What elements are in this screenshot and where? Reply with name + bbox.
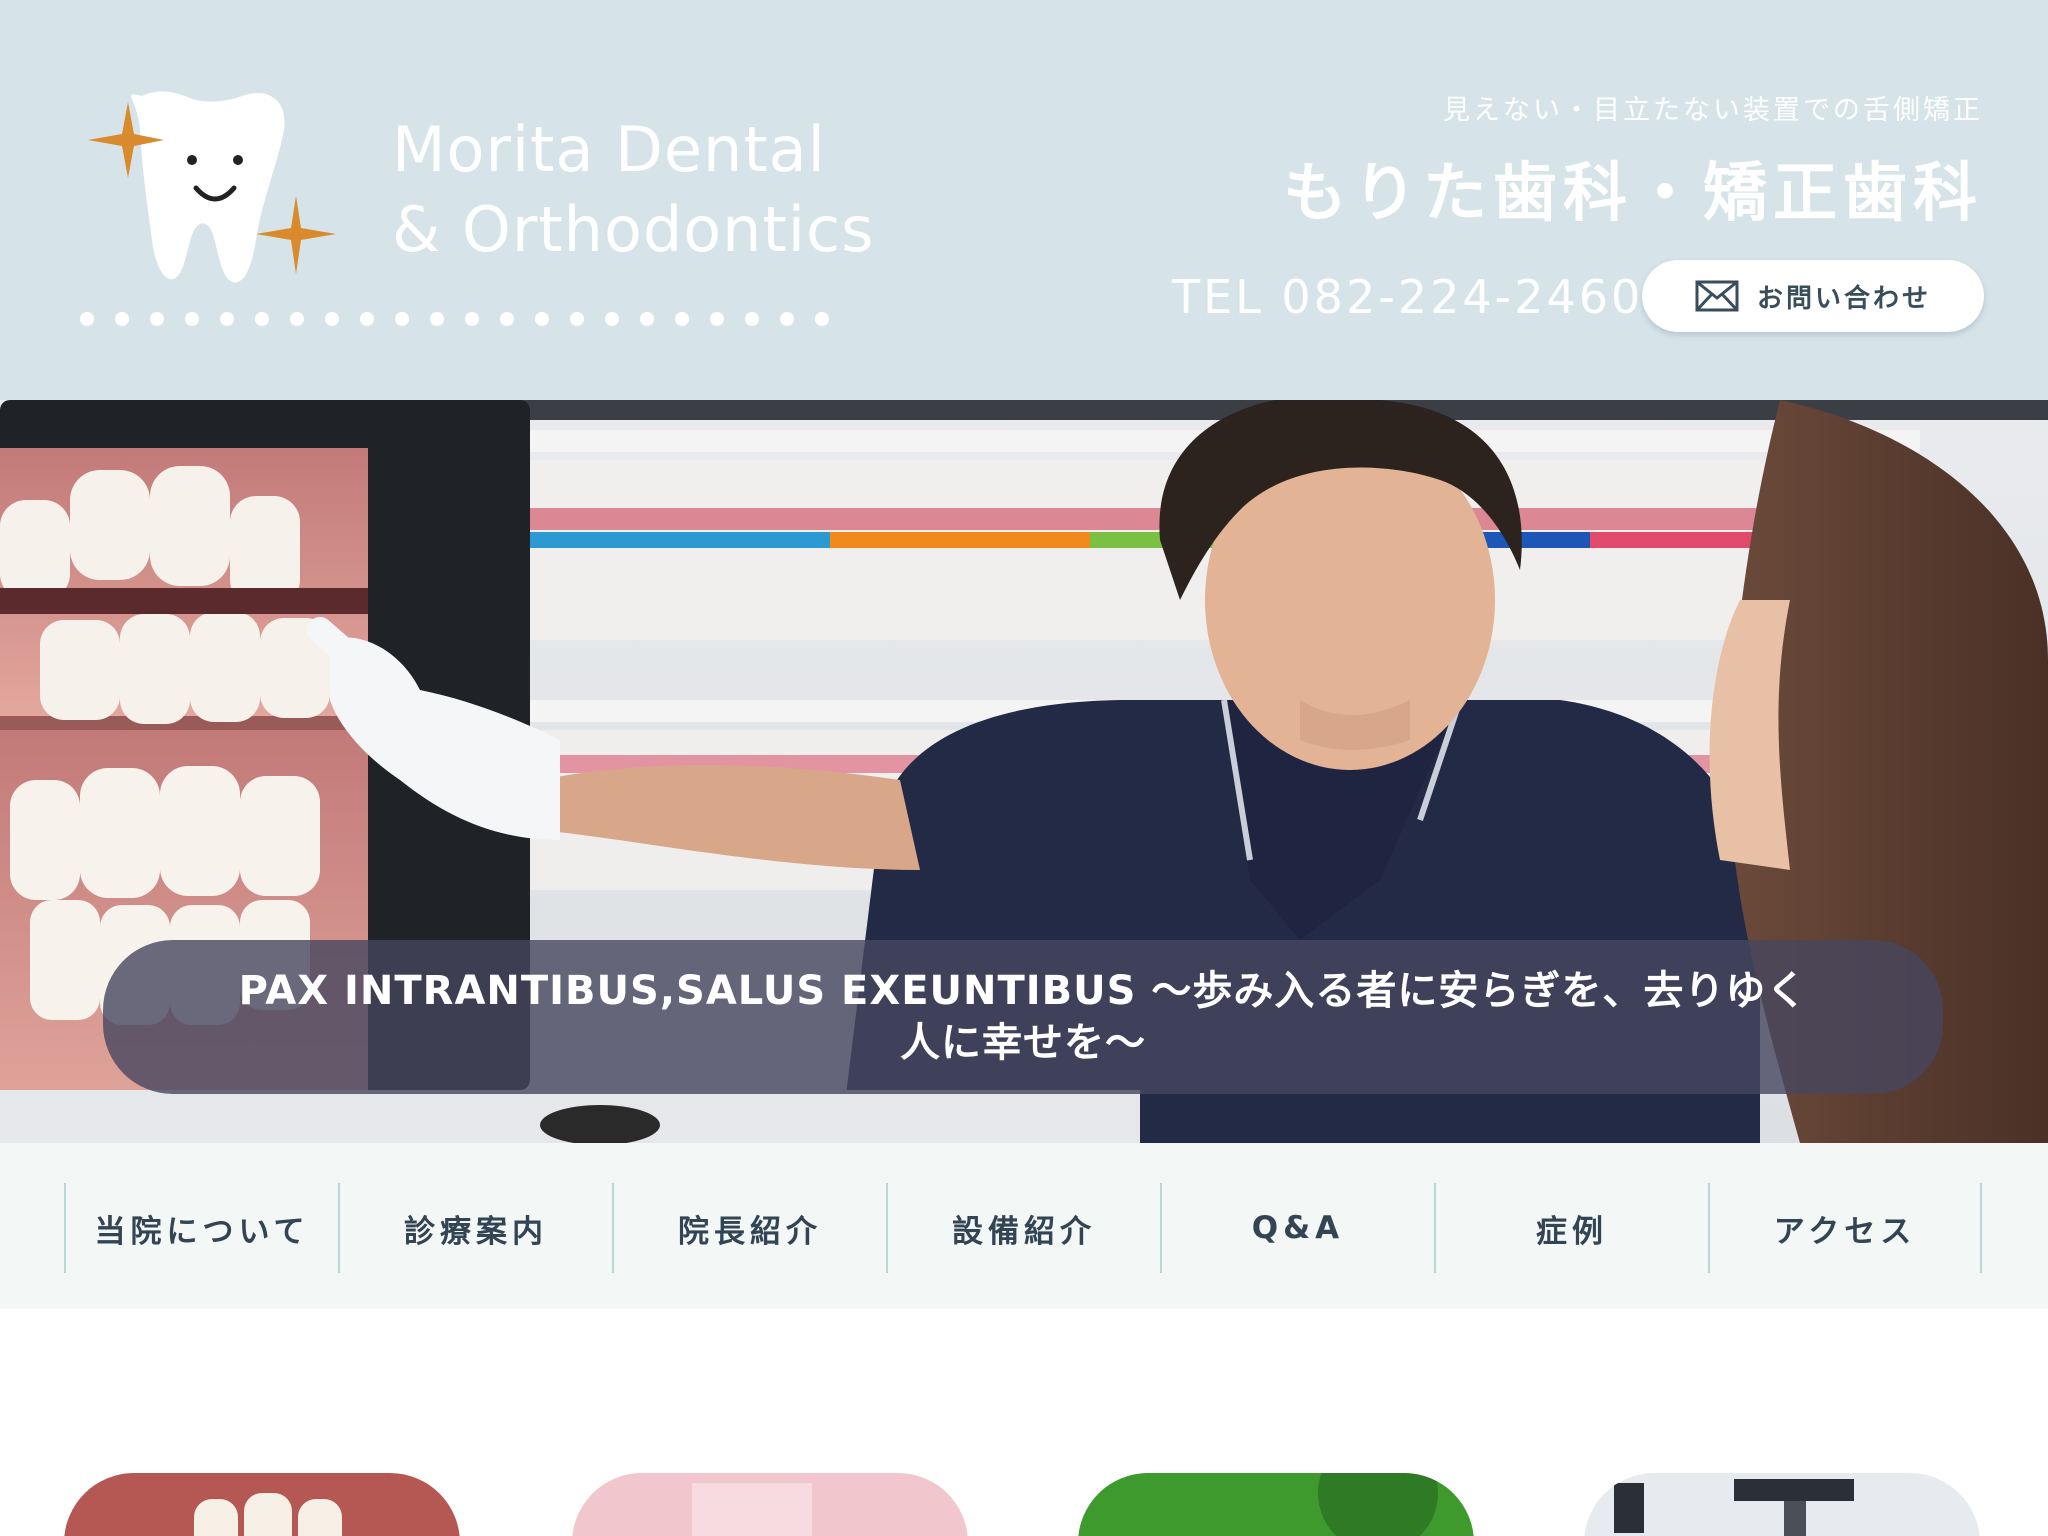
- tooth-mascot-icon: [88, 91, 336, 283]
- phone-number[interactable]: TEL 082-224-2460: [1172, 270, 1643, 324]
- logo-line-2: & Orthodontics: [392, 193, 875, 266]
- logo-english-name: Morita Dental & Orthodontics: [392, 110, 874, 270]
- nav-item-access[interactable]: アクセス: [1708, 1183, 1982, 1273]
- feature-card-equipment[interactable]: [1584, 1473, 1980, 1536]
- global-nav: 当院について 診療案内 院長紹介 設備紹介 Q&A 症例 アクセス: [0, 1143, 2048, 1309]
- hero-section: PAX INTRANTIBUS,SALUS EXEUNTIBUS ～歩み入る者に…: [0, 400, 2048, 1143]
- feature-cards: [0, 1309, 2048, 1536]
- nav-item-director[interactable]: 院長紹介: [612, 1183, 886, 1273]
- logo-dot-divider: [80, 312, 829, 326]
- feature-card-pink[interactable]: [572, 1473, 968, 1536]
- feature-card-teeth[interactable]: [64, 1473, 460, 1536]
- contact-button-label: お問い合わせ: [1756, 283, 1931, 314]
- tagline: 見えない・目立たない装置での舌側矯正: [1443, 95, 1983, 126]
- nav-item-treatment[interactable]: 診療案内: [338, 1183, 612, 1273]
- feature-card-green[interactable]: [1078, 1473, 1474, 1536]
- hero-motto-banner: PAX INTRANTIBUS,SALUS EXEUNTIBUS ～歩み入る者に…: [103, 940, 1943, 1094]
- nav-item-about[interactable]: 当院について: [64, 1183, 338, 1273]
- site-logo[interactable]: Morita Dental & Orthodontics: [80, 90, 873, 350]
- nav-item-faq[interactable]: Q&A: [1160, 1183, 1434, 1273]
- site-header: Morita Dental & Orthodontics 見えない・目立たない装…: [0, 0, 2048, 400]
- clinic-name: もりた歯科・矯正歯科: [1283, 157, 1983, 231]
- nav-item-equipment[interactable]: 設備紹介: [886, 1183, 1160, 1273]
- logo-line-1: Morita Dental: [392, 113, 826, 186]
- nav-item-cases[interactable]: 症例: [1434, 1183, 1708, 1273]
- envelope-icon: [1695, 280, 1739, 312]
- global-nav-list: 当院について 診療案内 院長紹介 設備紹介 Q&A 症例 アクセス: [64, 1183, 1982, 1273]
- contact-button[interactable]: お問い合わせ: [1642, 260, 1984, 332]
